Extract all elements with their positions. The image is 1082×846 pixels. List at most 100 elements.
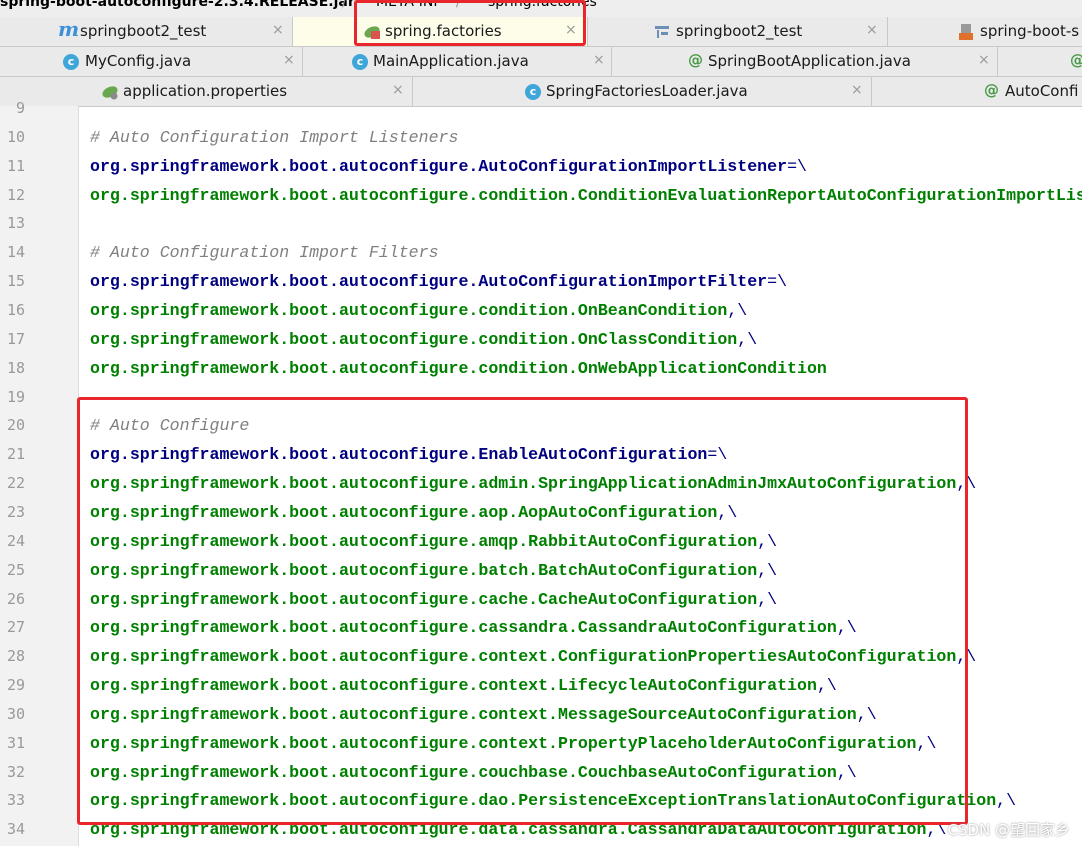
tab-label: MainApplication.java (373, 52, 529, 70)
code-line[interactable]: 26 org.springframework.boot.autoconfigure… (0, 588, 1082, 617)
close-icon[interactable]: × (866, 22, 878, 38)
code-text[interactable]: # Auto Configure (90, 416, 249, 435)
code-text[interactable]: org.springframework.boot.autoconfigure.c… (90, 676, 837, 695)
code-text[interactable]: org.springframework.boot.autoconfigure.c… (90, 359, 827, 378)
code-line[interactable]: 28 org.springframework.boot.autoconfigure… (0, 645, 1082, 674)
code-text[interactable]: org.springframework.boot.autoconfigure.c… (90, 763, 857, 782)
breadcrumb-folder[interactable]: META-INF (376, 0, 441, 10)
code-line[interactable]: 12 org.springframework.boot.autoconfigure… (0, 184, 1082, 213)
breadcrumb-jar[interactable]: spring-boot-autoconfigure-2.3.4.RELEASE.… (0, 0, 355, 10)
code-text[interactable]: org.springframework.boot.autoconfigure.c… (90, 734, 936, 753)
tab-label: springboot2_test (80, 22, 207, 40)
close-icon[interactable]: × (978, 52, 990, 68)
code-text[interactable]: org.springframework.boot.autoconfigure.c… (90, 186, 1082, 205)
line-number: 28 (6, 647, 25, 666)
close-icon[interactable]: × (272, 22, 284, 38)
line-continuation: ,\ (757, 531, 778, 551)
line-continuation: ,\ (816, 676, 837, 695)
close-icon[interactable]: × (283, 52, 295, 68)
code-text[interactable]: org.springframework.boot.autoconfigure.c… (90, 618, 857, 637)
code-text[interactable]: org.springframework.boot.autoconfigure.c… (90, 330, 757, 349)
code-line[interactable]: 14 # Auto Configuration Import Filters (0, 241, 1082, 270)
line-number: 20 (6, 416, 25, 435)
code-line[interactable]: 33 org.springframework.boot.autoconfigure… (0, 789, 1082, 818)
property-value: org.springframework.boot.autoconfigure.d… (90, 820, 927, 840)
code-text[interactable]: org.springframework.boot.autoconfigure.a… (90, 532, 777, 551)
breadcrumb: spring-boot-autoconfigure-2.3.4.RELEASE.… (0, 0, 1082, 17)
code-line[interactable]: 34 org.springframework.boot.autoconfigure… (0, 818, 1082, 846)
code-line[interactable]: 15 org.springframework.boot.autoconfigure… (0, 270, 1082, 299)
property-key: org.springframework.boot.autoconfigure.A… (90, 272, 768, 292)
code-text[interactable]: # Auto Configuration Import Listeners (90, 128, 458, 147)
code-line[interactable]: 23 org.springframework.boot.autoconfigure… (0, 501, 1082, 530)
code-line[interactable]: 11 org.springframework.boot.autoconfigure… (0, 155, 1082, 184)
code-line[interactable]: 25 org.springframework.boot.autoconfigure… (0, 559, 1082, 588)
line-number: 17 (6, 329, 25, 348)
property-value: org.springframework.boot.autoconfigure.c… (90, 733, 917, 753)
xml-file-icon (958, 24, 974, 40)
code-text[interactable]: org.springframework.boot.autoconfigure.E… (90, 445, 727, 464)
code-line[interactable]: 22 org.springframework.boot.autoconfigure… (0, 472, 1082, 501)
breadcrumb-file[interactable]: spring.factories (488, 0, 597, 10)
code-text[interactable]: org.springframework.boot.autoconfigure.d… (90, 791, 1016, 810)
code-line[interactable]: 32 org.springframework.boot.autoconfigure… (0, 761, 1082, 790)
tab-mainapplication-java[interactable]: c MainApplication.java × (303, 47, 612, 76)
code-text[interactable]: org.springframework.boot.autoconfigure.c… (90, 301, 747, 320)
code-line[interactable]: 10 # Auto Configuration Import Listeners (0, 126, 1082, 155)
code-text[interactable]: org.springframework.boot.autoconfigure.c… (90, 590, 777, 609)
class-c-icon: c (63, 54, 79, 70)
tab-spring-boot-s[interactable]: spring-boot-s (888, 17, 1082, 46)
tab-label: SpringBootApplication.java (708, 52, 911, 70)
tab-myconfig-java[interactable]: c MyConfig.java × (0, 47, 303, 76)
tab-overflow-annotation[interactable]: @ (998, 47, 1082, 76)
property-value: org.springframework.boot.autoconfigure.a… (90, 474, 957, 494)
code-text[interactable]: # Auto Configuration Import Filters (90, 243, 439, 262)
property-value: org.springframework.boot.autoconfigure.c… (90, 618, 837, 638)
code-text[interactable]: org.springframework.boot.autoconfigure.b… (90, 561, 777, 580)
code-line[interactable]: 30 org.springframework.boot.autoconfigure… (0, 703, 1082, 732)
code-line[interactable]: 13 (0, 212, 1082, 241)
property-value: org.springframework.boot.autoconfigure.c… (90, 704, 857, 724)
line-number: 30 (6, 704, 25, 723)
code-text[interactable]: org.springframework.boot.autoconfigure.c… (90, 705, 877, 724)
line-continuation: ,\ (717, 502, 738, 522)
line-number: 9 (15, 99, 25, 117)
code-text[interactable]: org.springframework.boot.autoconfigure.a… (90, 474, 976, 493)
code-line[interactable]: 9 (0, 97, 1082, 126)
line-number: 10 (6, 127, 25, 146)
line-number: 14 (6, 243, 25, 262)
line-continuation: ,\ (956, 647, 977, 667)
code-line[interactable]: 19 (0, 386, 1082, 415)
code-line[interactable]: 24 org.springframework.boot.autoconfigure… (0, 530, 1082, 559)
tab-spring-factories[interactable]: spring.factories × (293, 17, 588, 46)
line-continuation: =\ (767, 272, 788, 292)
code-line[interactable]: 17 org.springframework.boot.autoconfigure… (0, 328, 1082, 357)
line-continuation: ,\ (737, 329, 758, 349)
code-text[interactable]: org.springframework.boot.autoconfigure.a… (90, 503, 737, 522)
code-comment: # Auto Configure (90, 416, 250, 436)
code-line[interactable]: 29 org.springframework.boot.autoconfigure… (0, 674, 1082, 703)
code-line[interactable]: 27 org.springframework.boot.autoconfigure… (0, 616, 1082, 645)
close-icon[interactable]: × (565, 22, 577, 38)
code-line[interactable]: 18 org.springframework.boot.autoconfigure… (0, 357, 1082, 386)
tab-springbootapplication-java[interactable]: @ SpringBootApplication.java × (612, 47, 998, 76)
code-line[interactable]: 31 org.springframework.boot.autoconfigure… (0, 732, 1082, 761)
line-continuation: ,\ (757, 589, 778, 609)
property-value: org.springframework.boot.autoconfigure.c… (90, 329, 738, 349)
tab-springboot2-test-module[interactable]: m springboot2_test × (0, 17, 293, 46)
code-text[interactable]: org.springframework.boot.autoconfigure.d… (90, 820, 946, 839)
spring-leaf-icon (363, 24, 380, 40)
code-line[interactable]: 21 org.springframework.boot.autoconfigure… (0, 443, 1082, 472)
code-text[interactable]: org.springframework.boot.autoconfigure.A… (90, 272, 787, 291)
close-icon[interactable]: × (392, 82, 404, 98)
code-line[interactable]: 16 org.springframework.boot.autoconfigure… (0, 299, 1082, 328)
tab-label: spring-boot-s (980, 22, 1080, 40)
close-icon[interactable]: × (593, 52, 605, 68)
code-line[interactable]: 20 # Auto Configure (0, 414, 1082, 443)
annotation-icon: @ (984, 81, 999, 99)
code-text[interactable]: org.springframework.boot.autoconfigure.A… (90, 157, 807, 176)
code-text[interactable]: org.springframework.boot.autoconfigure.c… (90, 647, 976, 666)
close-icon[interactable]: × (851, 82, 863, 98)
line-continuation: ,\ (836, 618, 857, 638)
tab-springboot2-test-structure[interactable]: springboot2_test × (588, 17, 888, 46)
